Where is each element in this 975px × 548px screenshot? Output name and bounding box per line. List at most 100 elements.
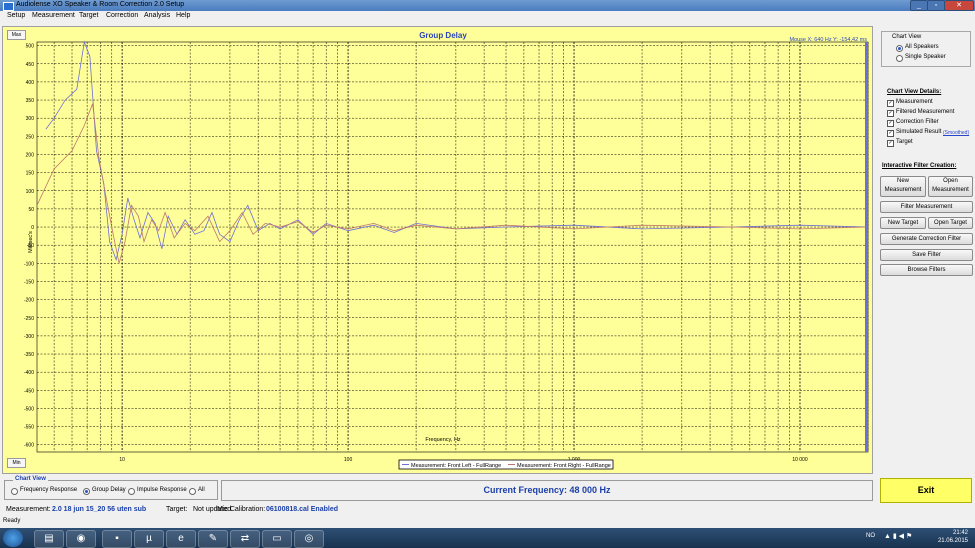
single-speaker-radio[interactable] bbox=[896, 55, 903, 62]
right-panel: Chart View All Speakers Single Speaker C… bbox=[876, 28, 973, 474]
filter-measurement-button[interactable]: Filter Measurement bbox=[880, 201, 973, 213]
y-tick-label: -600 bbox=[24, 443, 34, 449]
menu-correction[interactable]: Correction bbox=[106, 12, 138, 19]
start-orb-icon[interactable] bbox=[3, 529, 23, 547]
current-frequency: Current Frequency: 48 000 Hz bbox=[221, 480, 873, 501]
y-tick-label: 100 bbox=[26, 189, 35, 195]
y-tick-label: 450 bbox=[26, 62, 35, 68]
y-tick-label: 50 bbox=[28, 207, 34, 213]
file-explorer-icon[interactable]: ▤ bbox=[34, 530, 64, 548]
target-label: Target bbox=[896, 139, 913, 145]
save-filter-button[interactable]: Save Filter bbox=[880, 249, 973, 261]
menu-target[interactable]: Target bbox=[79, 12, 98, 19]
clock-time[interactable]: 21:42 bbox=[934, 530, 968, 536]
chart-legend: Measurement: Front Left - FullRange Meas… bbox=[398, 459, 614, 470]
y-axis-label: Millisec's bbox=[28, 231, 34, 253]
open-target-button[interactable]: Open Target bbox=[928, 217, 973, 229]
menu-setup[interactable]: Setup bbox=[7, 12, 25, 19]
all-speakers-radio[interactable] bbox=[896, 45, 903, 52]
y-tick-label: 400 bbox=[26, 80, 35, 86]
simulated-result-checkbox[interactable]: ✓ bbox=[887, 130, 894, 137]
target-status-label: Target: bbox=[166, 506, 188, 513]
filter-creation-title: Interactive Filter Creation: bbox=[882, 163, 957, 169]
filtered-measurement-checkbox[interactable]: ✓ bbox=[887, 110, 894, 117]
menu-measurement[interactable]: Measurement bbox=[32, 12, 75, 19]
open-measurement-button[interactable]: Open Measurement bbox=[928, 176, 973, 197]
all-radio[interactable] bbox=[189, 488, 196, 495]
exit-button[interactable]: Exit bbox=[880, 478, 972, 503]
y-tick-label: -200 bbox=[24, 298, 34, 304]
frequency-marker bbox=[865, 42, 868, 452]
new-measurement-button[interactable]: New Measurement bbox=[880, 176, 926, 197]
correction-filter-label: Correction Filter bbox=[896, 119, 939, 125]
details-title: Chart View Details: bbox=[887, 89, 942, 95]
group-delay-radio[interactable] bbox=[83, 488, 90, 495]
measurement-checkbox[interactable]: ✓ bbox=[887, 100, 894, 107]
new-target-button[interactable]: New Target bbox=[880, 217, 926, 229]
y-tick-label: -150 bbox=[24, 279, 34, 285]
disc-icon[interactable]: ◎ bbox=[294, 530, 324, 548]
x-tick-label: 10 000 bbox=[792, 457, 808, 463]
single-speaker-label: Single Speaker bbox=[905, 54, 946, 60]
media-icon[interactable]: ▭ bbox=[262, 530, 292, 548]
utorrent-icon[interactable]: µ bbox=[134, 530, 164, 548]
y-tick-label: -400 bbox=[24, 370, 34, 376]
y-tick-label: 200 bbox=[26, 152, 35, 158]
frequency-response-radio[interactable] bbox=[11, 488, 18, 495]
y-tick-label: -250 bbox=[24, 316, 34, 322]
ready-text: Ready bbox=[3, 518, 21, 524]
y-tick-label: -450 bbox=[24, 388, 34, 394]
measurement-status-value: 2.0 18 jun 15_20 56 uten sub bbox=[52, 506, 147, 513]
menu-analysis[interactable]: Analysis bbox=[144, 12, 170, 19]
x-tick-label: 10 bbox=[119, 457, 125, 463]
menu-help[interactable]: Help bbox=[176, 12, 190, 19]
chart-view-selector: Chart View Frequency Response Group Dela… bbox=[4, 476, 218, 500]
y-tick-label: 0 bbox=[31, 225, 34, 231]
target-checkbox[interactable]: ✓ bbox=[887, 140, 894, 147]
impulse-response-label: Impulse Response bbox=[137, 487, 187, 493]
frequency-response-label: Frequency Response bbox=[20, 487, 78, 493]
y-tick-label: -350 bbox=[24, 352, 34, 358]
clock-date[interactable]: 21.06.2015 bbox=[930, 538, 968, 544]
title-bar: Audiolense XO Speaker & Room Correction … bbox=[0, 0, 975, 11]
tools-icon[interactable]: ✎ bbox=[198, 530, 228, 548]
x-axis-label: Frequency, Hz bbox=[425, 437, 461, 443]
close-button[interactable]: ✕ bbox=[944, 0, 974, 11]
y-tick-label: 350 bbox=[26, 98, 35, 104]
group-delay-label: Group Delay bbox=[92, 487, 126, 493]
mic-calibration-value: 06100818.cal Enabled bbox=[266, 506, 338, 513]
all-label: All bbox=[198, 487, 205, 493]
x-tick-label: 100 bbox=[344, 457, 353, 463]
menu-bar: Setup Measurement Target Correction Anal… bbox=[0, 11, 975, 22]
window-title: Audiolense XO Speaker & Room Correction … bbox=[16, 1, 185, 8]
y-tick-label: -100 bbox=[24, 261, 34, 267]
chart-view-label: Chart View bbox=[13, 476, 48, 482]
minimize-button[interactable]: _ bbox=[910, 0, 928, 11]
chart-view-title: Chart View bbox=[892, 34, 922, 40]
teamviewer-icon[interactable]: ⇄ bbox=[230, 530, 260, 548]
y-tick-label: 300 bbox=[26, 116, 35, 122]
chart-title: Group Delay bbox=[419, 31, 467, 40]
measurement-status-label: Measurement: bbox=[6, 506, 51, 513]
ready-bar: Ready bbox=[0, 517, 975, 527]
chart-view-group: Chart View All Speakers Single Speaker bbox=[881, 31, 971, 67]
y-tick-label: 500 bbox=[26, 44, 35, 50]
smoothed-link[interactable]: (Smoothed) bbox=[943, 130, 969, 136]
impulse-response-radio[interactable] bbox=[128, 488, 135, 495]
chrome-icon[interactable]: ◉ bbox=[66, 530, 96, 548]
legend-item-left: Measurement: Front Left - FullRange bbox=[411, 463, 501, 469]
correction-filter-checkbox[interactable]: ✓ bbox=[887, 120, 894, 127]
generate-correction-filter-button[interactable]: Generate Correction Filter bbox=[880, 233, 973, 245]
app-icon-2[interactable]: ▪ bbox=[102, 530, 132, 548]
chart-panel: Max Min Group Delay Mouse X: 640 Hz Y: -… bbox=[2, 26, 873, 474]
simulated-result-label: Simulated Result bbox=[896, 129, 942, 135]
internet-explorer-icon[interactable]: e bbox=[166, 530, 196, 548]
tray-icons[interactable]: ▲ ▮ ◀ ⚑ bbox=[884, 532, 912, 540]
all-speakers-label: All Speakers bbox=[905, 44, 939, 50]
browse-filters-button[interactable]: Browse Filters bbox=[880, 264, 973, 276]
maximize-button[interactable]: ▫ bbox=[927, 0, 945, 11]
y-tick-label: 250 bbox=[26, 134, 35, 140]
language-indicator[interactable]: NO bbox=[866, 533, 875, 539]
status-line: Measurement: 2.0 18 jun 15_20 56 uten su… bbox=[0, 504, 975, 516]
group-delay-chart[interactable]: Group Delay Mouse X: 640 Hz Y: -154,42 m… bbox=[3, 27, 872, 473]
